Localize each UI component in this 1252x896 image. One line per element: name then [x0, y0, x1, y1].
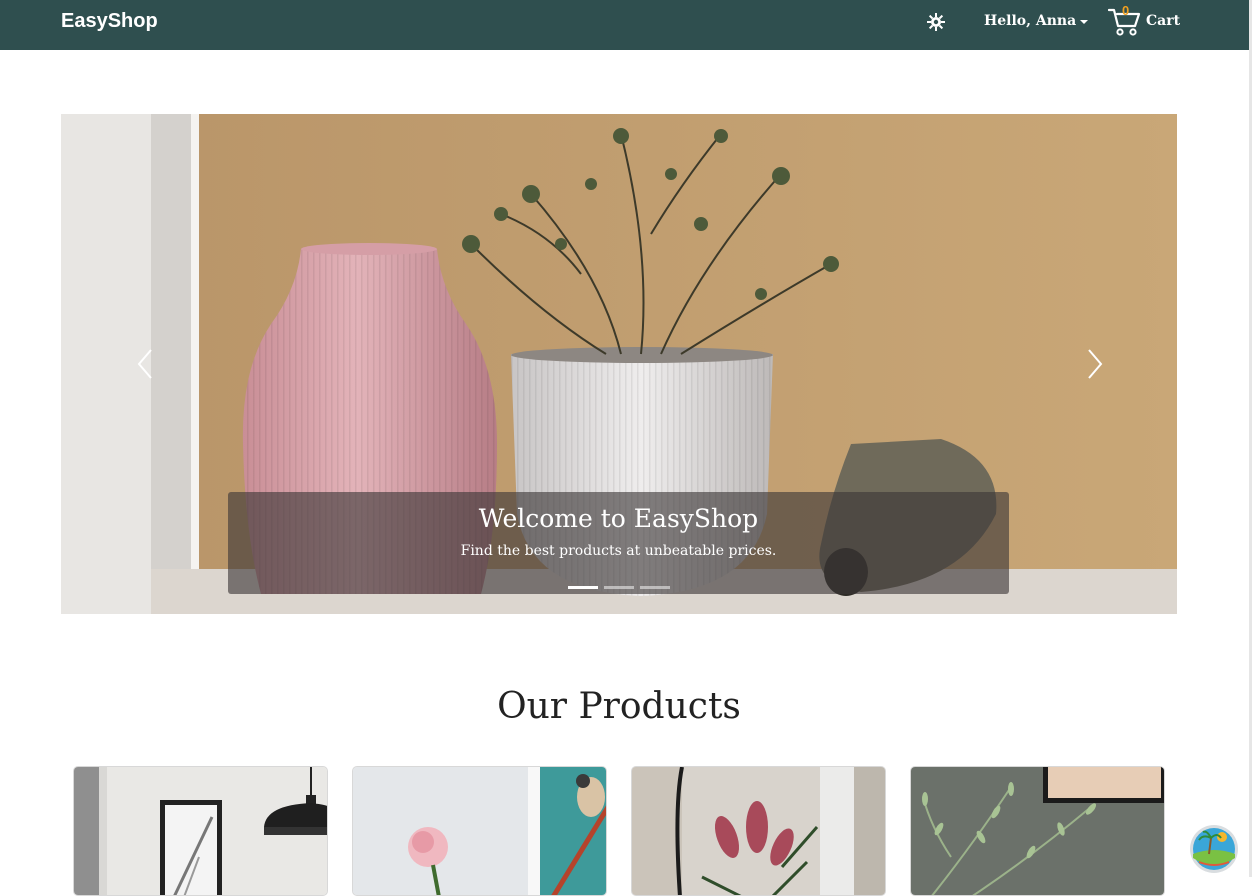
- carousel-caption: Welcome to EasyShop Find the best produc…: [228, 492, 1009, 594]
- cart-label: Cart: [1146, 13, 1181, 29]
- navbar: EasyShop Hello, Anna 0 Cart: [0, 0, 1252, 50]
- caption-title: Welcome to EasyShop: [478, 504, 759, 533]
- carousel-indicators: [228, 586, 1009, 589]
- hero-carousel: Welcome to EasyShop Find the best produc…: [61, 114, 1177, 614]
- carousel-indicator-2[interactable]: [603, 586, 634, 589]
- sun-gear-icon: [927, 13, 945, 31]
- cart-count-badge: 0: [1122, 3, 1130, 18]
- theme-toggle-button[interactable]: [926, 12, 946, 32]
- caret-down-icon: [1080, 20, 1089, 24]
- floating-widget-button[interactable]: [1189, 824, 1239, 874]
- user-dropdown[interactable]: Hello, Anna: [984, 13, 1089, 29]
- brand-logo[interactable]: EasyShop: [61, 10, 158, 33]
- user-greeting: Hello, Anna: [984, 13, 1077, 29]
- chevron-right-icon[interactable]: [1079, 344, 1109, 384]
- caption-text: Find the best products at unbeatable pri…: [460, 543, 777, 559]
- beach-island-icon: [1190, 825, 1238, 873]
- products-heading: Our Products: [497, 686, 741, 727]
- chevron-left-icon[interactable]: [131, 344, 161, 384]
- cart-button[interactable]: 0 Cart: [1108, 3, 1181, 37]
- carousel-indicator-1[interactable]: [567, 586, 598, 589]
- carousel-indicator-3[interactable]: [639, 586, 670, 589]
